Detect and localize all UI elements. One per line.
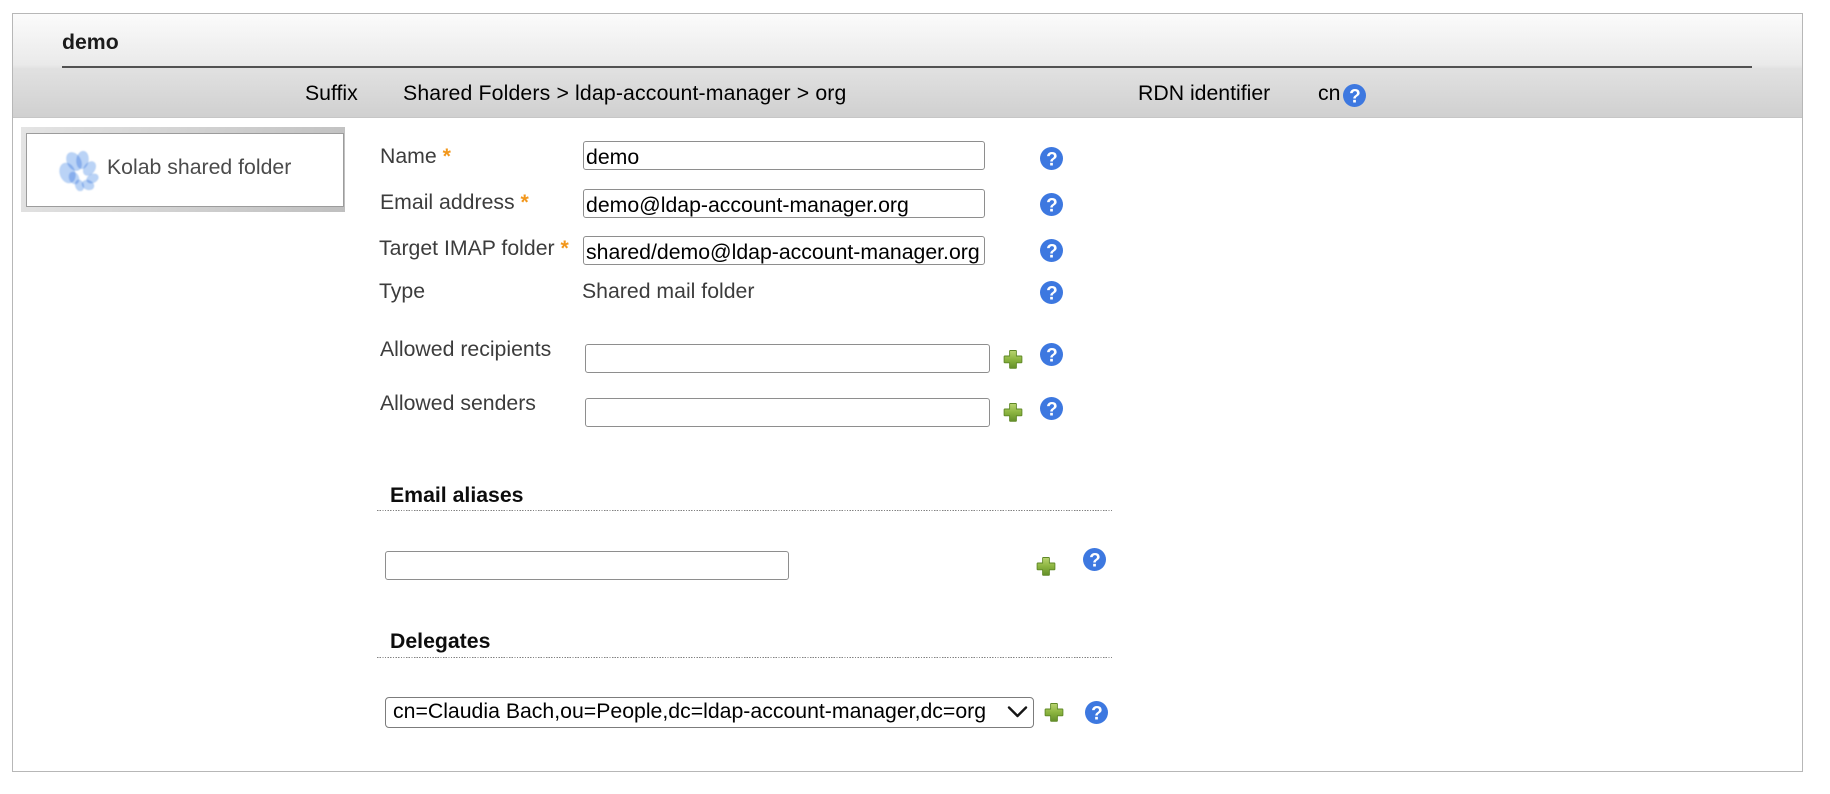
svg-text:?: ? [1046,346,1058,366]
svg-text:?: ? [1046,196,1058,216]
svg-text:?: ? [1089,551,1101,571]
svg-text:?: ? [1046,284,1058,304]
svg-text:?: ? [1091,704,1103,724]
svg-text:?: ? [1046,400,1058,420]
svg-text:?: ? [1349,87,1361,107]
svg-text:?: ? [1046,150,1058,170]
svg-text:?: ? [1046,242,1058,262]
